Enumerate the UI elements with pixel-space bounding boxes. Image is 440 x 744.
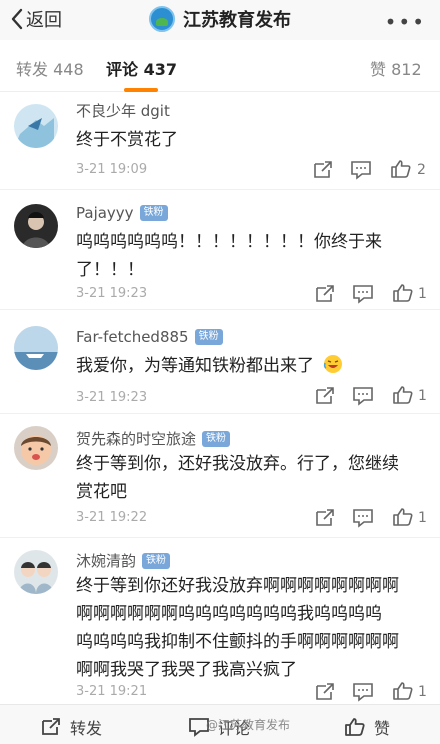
repost-icon[interactable] <box>314 508 336 528</box>
repost-icon[interactable] <box>314 386 336 406</box>
avatar[interactable] <box>14 426 58 470</box>
comment-time: 3-21 19:21 <box>76 684 148 699</box>
comment-line: 呜呜呜呜呜呜！！！！！！！！你终于来 <box>76 232 382 252</box>
like-icon[interactable] <box>392 283 414 303</box>
commenter-name[interactable]: 不良少年 dgit <box>76 100 170 121</box>
more-options-icon[interactable]: ••• <box>385 10 426 34</box>
like-count: 2 <box>417 162 426 178</box>
like-count: 1 <box>418 388 427 404</box>
tab-likes[interactable]: 赞 812 <box>370 56 422 80</box>
fan-badge: 铁粉 <box>142 552 171 569</box>
like-count: 1 <box>418 286 427 302</box>
commenter-name[interactable]: Far-fetched885 铁粉 <box>76 328 223 346</box>
active-tab-indicator <box>124 88 158 92</box>
tab-repost[interactable]: 转发 448 <box>16 56 84 80</box>
like-label: 赞 <box>374 719 391 738</box>
account-logo-icon <box>149 6 175 32</box>
commenter-name-text: 不良少年 dgit <box>76 102 170 120</box>
commenter-name[interactable]: Pajayyy 铁粉 <box>76 204 168 222</box>
comment-text: 终于不赏花了 <box>76 126 426 154</box>
comment-icon[interactable] <box>350 160 372 180</box>
repost-icon[interactable] <box>314 682 336 702</box>
like-icon <box>345 718 365 736</box>
like-icon[interactable] <box>392 385 414 405</box>
commenter-name-text: Pajayyy <box>76 204 134 222</box>
comment-line: 啊啊我哭了我哭了我高兴疯了 <box>76 660 297 680</box>
like-icon[interactable] <box>392 507 414 527</box>
comment-line: 呜呜呜呜我抑制不住颤抖的手啊啊啊啊啊啊 <box>76 632 399 652</box>
fan-badge: 铁粉 <box>194 329 223 345</box>
tab-bar: 转发 448 评论 437 赞 812 <box>0 40 440 92</box>
comment-icon[interactable] <box>352 508 374 528</box>
comment-text: 终于等到你，还好我没放弃。行了，您继续 赏花吧 <box>76 450 426 506</box>
page-title: 江苏教育发布 <box>183 10 291 31</box>
comment-item: 不良少年 dgit 终于不赏花了 3-21 19:09 2 <box>0 96 440 190</box>
avatar[interactable] <box>14 550 58 594</box>
comment-time: 3-21 19:09 <box>76 162 148 177</box>
watermark: @江苏教育发布 <box>206 718 291 732</box>
comment-line: 终于不赏花了 <box>76 130 178 150</box>
avatar[interactable] <box>14 326 58 370</box>
avatar[interactable] <box>14 104 58 148</box>
like-icon[interactable] <box>392 681 414 701</box>
comment-line: 终于等到你还好我没放弃啊啊啊啊啊啊啊啊 <box>76 576 399 596</box>
tab-comments[interactable]: 评论 437 <box>106 56 177 80</box>
commenter-name-text: 贺先森的时空旅途 <box>76 430 197 448</box>
comment-item: 贺先森的时空旅途 铁粉 终于等到你，还好我没放弃。行了，您继续 赏花吧 3-21 … <box>0 414 440 538</box>
comment-time: 3-21 19:22 <box>76 510 148 525</box>
comment-line: 我爱你，为等通知铁粉都出来了 <box>76 356 314 376</box>
comment-text: 我爱你，为等通知铁粉都出来了 <box>76 352 426 380</box>
commenter-name-text: 沐婉清韵 <box>76 552 137 570</box>
comment-text: 呜呜呜呜呜呜！！！！！！！！你终于来 了！！！ <box>76 228 426 284</box>
comment-icon[interactable] <box>352 284 374 304</box>
comment-icon[interactable] <box>352 682 374 702</box>
comment-time: 3-21 19:23 <box>76 286 148 301</box>
comment-item: Pajayyy 铁粉 呜呜呜呜呜呜！！！！！！！！你终于来 了！！！ 3-21 1… <box>0 190 440 310</box>
commenter-name-text: Far-fetched885 <box>76 328 189 346</box>
comment-line: 终于等到你，还好我没放弃。行了，您继续 <box>76 454 399 474</box>
like-icon[interactable] <box>390 159 412 179</box>
fan-badge: 铁粉 <box>202 430 231 447</box>
top-bar: 返回 江苏教育发布 ••• <box>0 0 440 40</box>
repost-icon[interactable] <box>312 160 334 180</box>
comment-item: Far-fetched885 铁粉 我爱你，为等通知铁粉都出来了 3-21 19:… <box>0 310 440 414</box>
page-title-group: 江苏教育发布 <box>0 4 440 34</box>
commenter-name[interactable]: 贺先森的时空旅途 铁粉 <box>76 428 231 449</box>
comment-icon[interactable] <box>352 386 374 406</box>
comment-line: 了！！！ <box>76 260 144 280</box>
comment-time: 3-21 19:23 <box>76 390 148 405</box>
repost-button[interactable]: 转发 <box>40 715 102 739</box>
comment-text: 终于等到你还好我没放弃啊啊啊啊啊啊啊啊 啊啊啊啊啊啊呜呜呜呜呜呜呜我呜呜呜呜 呜… <box>76 572 426 684</box>
comment-item: 沐婉清韵 铁粉 终于等到你还好我没放弃啊啊啊啊啊啊啊啊 啊啊啊啊啊啊呜呜呜呜呜呜呜… <box>0 538 440 704</box>
comment-line: 赏花吧 <box>76 482 127 502</box>
fan-badge: 铁粉 <box>139 205 168 221</box>
like-count: 1 <box>418 510 427 526</box>
like-count: 1 <box>418 684 427 700</box>
repost-label: 转发 <box>70 719 103 738</box>
repost-icon[interactable] <box>314 284 336 304</box>
like-button[interactable]: 赞 <box>344 715 390 739</box>
commenter-name[interactable]: 沐婉清韵 铁粉 <box>76 550 171 571</box>
laughing-emoji-icon <box>324 355 343 373</box>
avatar[interactable] <box>14 204 58 248</box>
comment-line: 啊啊啊啊啊啊呜呜呜呜呜呜呜我呜呜呜呜 <box>76 604 382 624</box>
repost-icon <box>42 718 60 735</box>
